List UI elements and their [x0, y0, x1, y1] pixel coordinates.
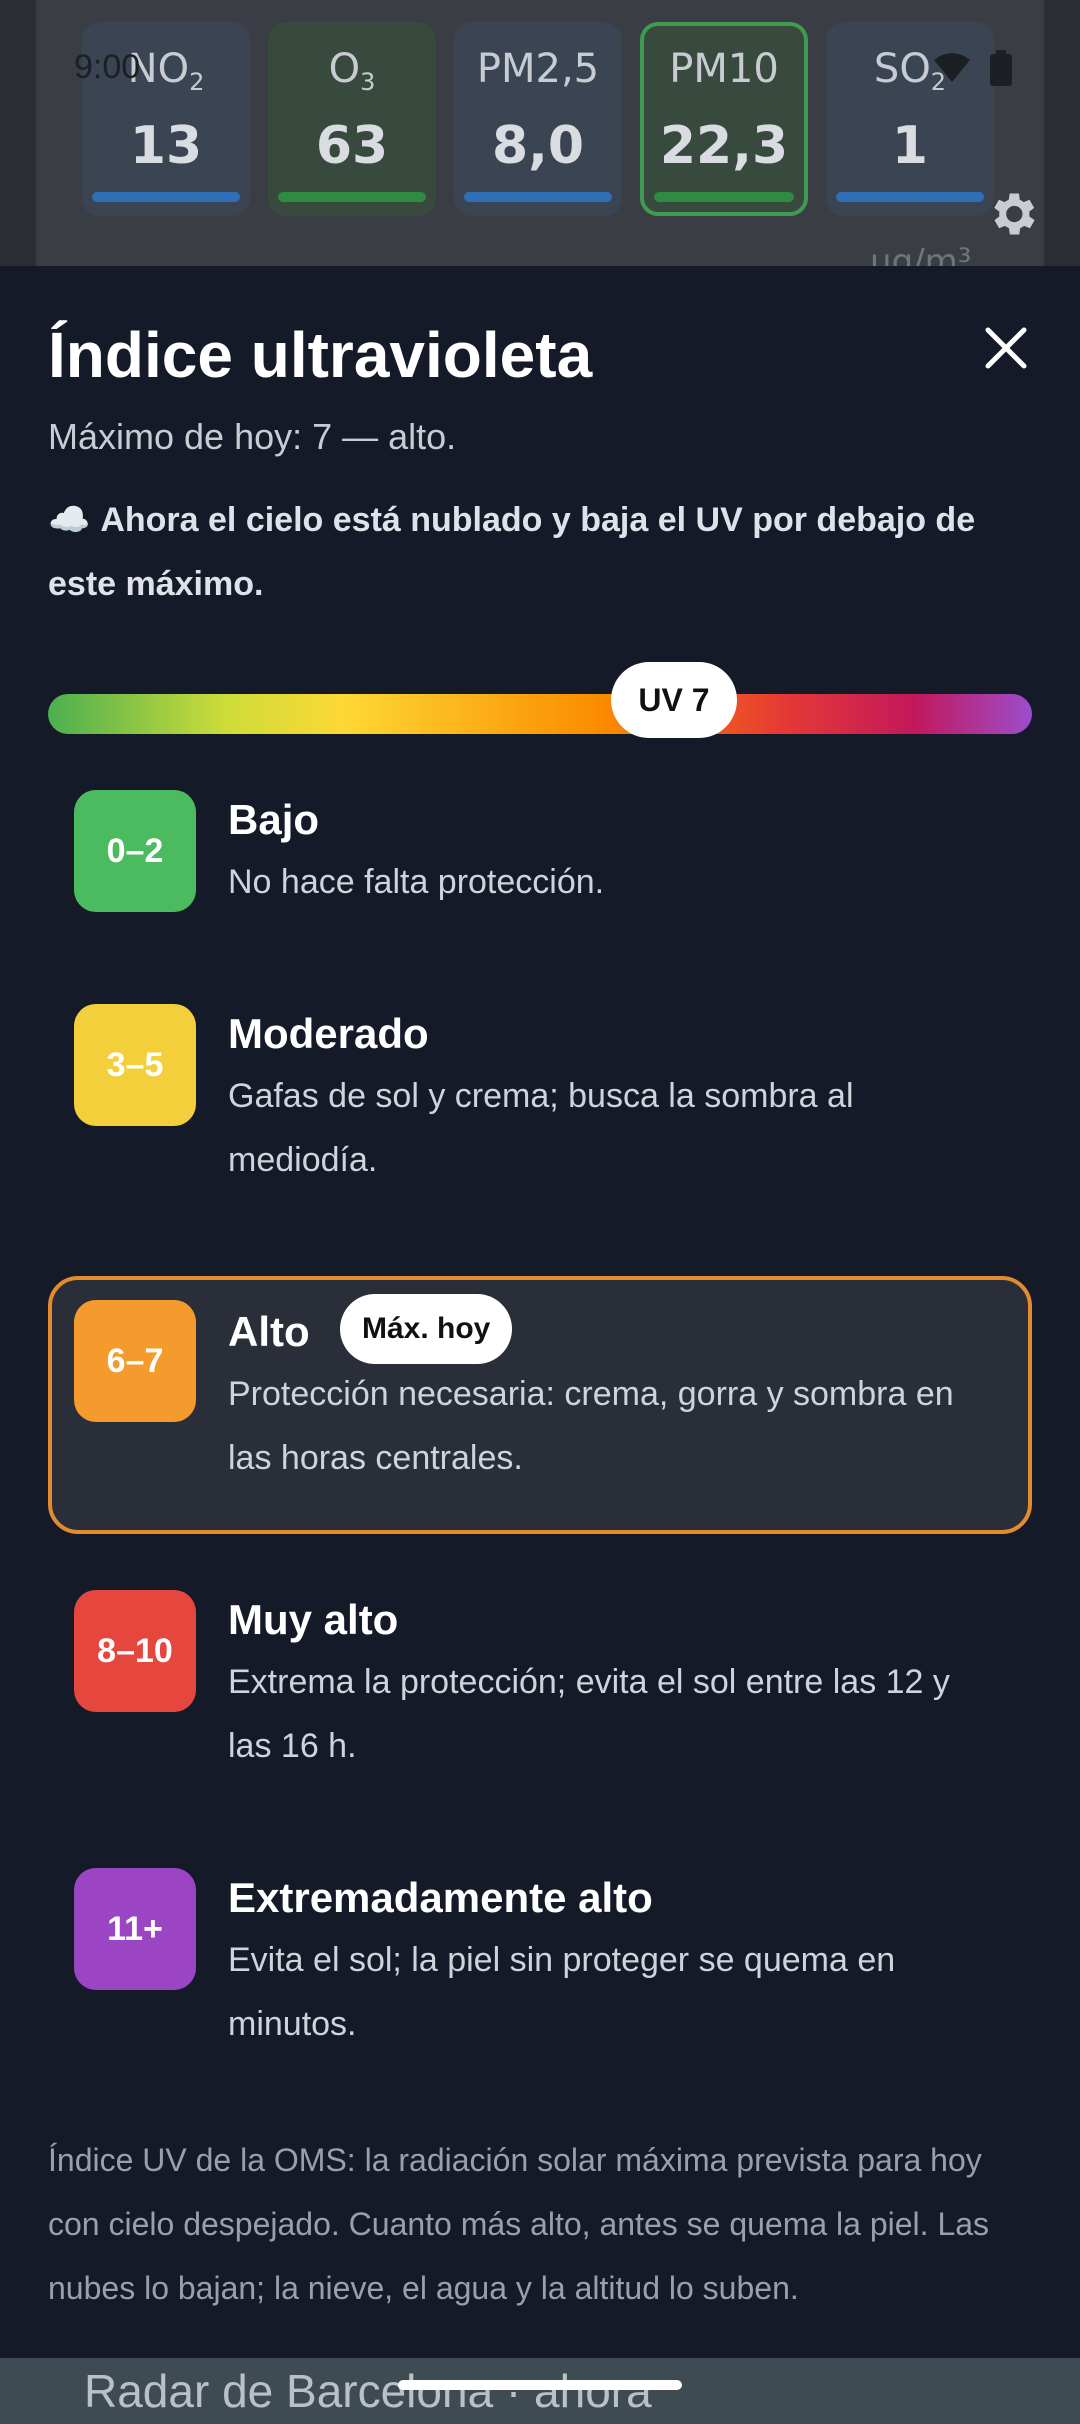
uv-level-desc: Protección necesaria: crema, gorra y som…	[228, 1375, 954, 1477]
max-today-badge: Máx. hoy	[340, 1294, 513, 1364]
uv-scale-bar	[48, 694, 1032, 734]
pollutant-bar	[836, 192, 984, 202]
pollutant-bar	[654, 192, 794, 202]
pollutant-bar	[464, 192, 612, 202]
uv-level-name: Bajo	[228, 796, 320, 843]
uv-level-name: Extremadamente alto	[228, 1874, 653, 1921]
background-edge	[0, 0, 36, 270]
uv-range-badge: 3–5	[74, 1004, 196, 1126]
pollutant-value: 63	[315, 116, 389, 176]
map-title: Radar de Barcelona · ahora	[84, 2365, 652, 2417]
cloud-note: ☁️ Ahora el cielo está nublado y baja el …	[48, 488, 1038, 616]
uv-level-extremo: 11+ Extremadamente alto Evita el sol; la…	[48, 1868, 1032, 2058]
uv-footnote: Índice UV de la OMS: la radiación solar …	[48, 2142, 990, 2306]
wifi-icon	[934, 53, 970, 82]
uv-level-alto: 6–7 Alto Máx. hoy Protección necesaria: …	[48, 1276, 1032, 1534]
uv-range-badge: 0–2	[74, 790, 196, 912]
pollutant-tile-pm25[interactable]: PM2,5 8,0	[454, 22, 622, 216]
uv-max-summary: Máximo de hoy: 7 — alto.	[48, 416, 457, 457]
uv-level-muy-alto: 8–10 Muy alto Extrema la protección; evi…	[48, 1590, 1032, 1780]
uv-range-badge: 11+	[74, 1868, 196, 1990]
uv-level-name: Muy alto	[228, 1596, 399, 1643]
pollutant-value: 8,0	[491, 116, 585, 176]
pollutant-name: O3	[328, 46, 376, 96]
uv-level-name: Moderado	[228, 1010, 429, 1057]
close-icon[interactable]	[978, 320, 1034, 376]
uv-level-desc: Extrema la protección; evita el sol entr…	[228, 1663, 950, 1765]
uv-marker: UV 7	[611, 662, 737, 738]
gear-icon[interactable]	[984, 186, 1040, 242]
uv-level-name: Alto	[228, 1308, 310, 1355]
pollutant-name: PM10	[669, 46, 779, 92]
pollutant-value: 22,3	[659, 116, 789, 176]
pollutant-name: PM2,5	[476, 46, 600, 92]
pollutant-tile-o3[interactable]: O3 63	[268, 22, 436, 216]
uv-index-sheet: Índice ultravioleta Máximo de hoy: 7 — a…	[0, 266, 1080, 2358]
cloud-icon: ☁️	[48, 501, 91, 539]
uv-level-moderado: 3–5 Moderado Gafas de sol y crema; busca…	[48, 1004, 1032, 1194]
status-time: 9:00	[74, 48, 141, 86]
uv-level-bajo: 0–2 Bajo No hace falta protección.	[48, 790, 1032, 940]
battery-icon	[990, 50, 1012, 86]
uv-level-desc: No hace falta protección.	[228, 863, 605, 901]
uv-level-desc: Gafas de sol y crema; busca la sombra al…	[228, 1077, 854, 1179]
uv-level-desc: Evita el sol; la piel sin proteger se qu…	[228, 1941, 896, 2043]
background-edge	[1044, 0, 1080, 270]
home-indicator[interactable]	[398, 2380, 682, 2390]
uv-range-badge: 6–7	[74, 1300, 196, 1422]
pollutant-tile-pm10[interactable]: PM10 22,3	[640, 22, 808, 216]
pollutant-bar	[92, 192, 240, 202]
background-app: NO2 13 O3 63 PM2,5 8,0 PM10 22,3 SO2 1 9…	[0, 0, 1080, 300]
sheet-title: Índice ultravioleta	[48, 319, 593, 391]
pollutant-bar	[278, 192, 426, 202]
pollutant-value: 1	[891, 116, 929, 176]
status-icons	[932, 50, 1012, 86]
pollutant-value: 13	[129, 116, 203, 176]
cloud-note-text: Ahora el cielo está nublado y baja el UV…	[48, 501, 976, 603]
uv-range-badge: 8–10	[74, 1590, 196, 1712]
